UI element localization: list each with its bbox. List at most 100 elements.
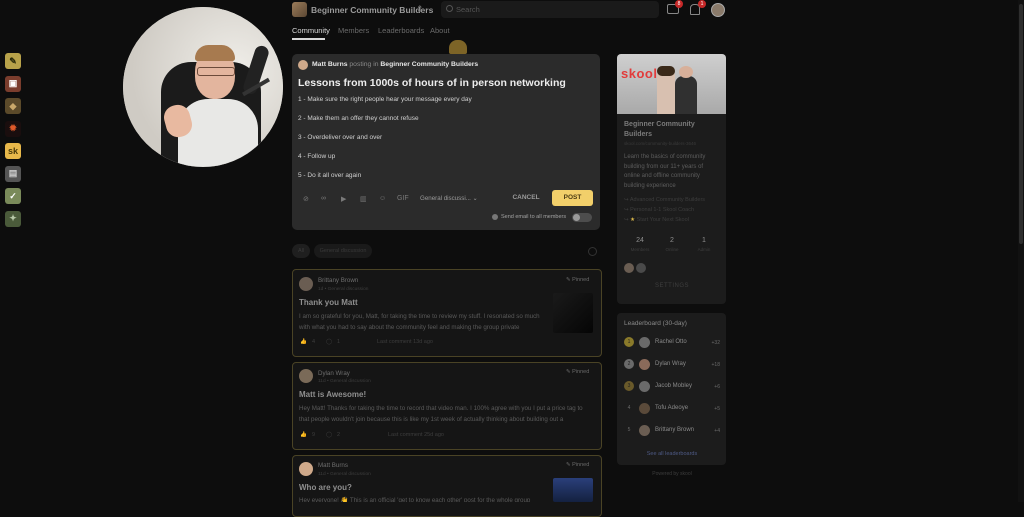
leaderboard-title: Leaderboard (30-day) (624, 320, 687, 327)
leaderboard-avatar[interactable] (639, 337, 650, 348)
dock-app-7-icon[interactable]: ✓ (5, 188, 21, 204)
composer-author-line: Matt Burns posting in Beginner Community… (312, 61, 478, 68)
settings-button[interactable]: SETTINGS (624, 283, 720, 289)
stat-members-count: 24 (636, 237, 644, 244)
filter-settings-icon[interactable] (588, 247, 597, 256)
composer-body-line[interactable]: 3 - Overdeliver over and over (298, 134, 382, 141)
post-title[interactable]: Matt is Awesome! (299, 390, 366, 399)
see-all-leaderboards-link[interactable]: See all leaderboards (624, 451, 720, 457)
tab-members[interactable]: Members (338, 26, 369, 35)
gif-button[interactable]: GIF (397, 195, 409, 202)
post-body[interactable]: I am so grateful for you, Matt, for taki… (299, 311, 549, 333)
composer-author-avatar (298, 60, 308, 70)
post-author-avatar[interactable] (299, 462, 313, 476)
pinned-badge: ✎ Pinned (566, 462, 589, 468)
pinned-label: Pinned (572, 369, 590, 375)
cancel-button[interactable]: CANCEL (505, 190, 547, 206)
dock-app-3-icon[interactable]: ◆ (5, 98, 21, 114)
post-thumbnail[interactable] (553, 478, 593, 502)
group-switcher-icon[interactable]: ⇕ (416, 4, 424, 15)
leaderboard-points: +6 (714, 384, 720, 390)
tab-about[interactable]: About (430, 26, 450, 35)
filter-general-discussion[interactable]: General discussion (314, 244, 372, 258)
category-select[interactable]: General discussi... ⌄ (420, 195, 478, 202)
search-icon (446, 5, 453, 12)
post-body[interactable]: Hey everyone! 👋 This is an official 'get… (299, 495, 544, 502)
dock-app-1-icon[interactable]: ✎ (5, 53, 21, 69)
leaderboard-avatar[interactable] (639, 359, 650, 370)
leaderboard-name[interactable]: Brittany Brown (655, 427, 694, 433)
post-author-name[interactable]: Dylan Wray (318, 370, 350, 377)
dock-skool-icon[interactable]: sk (5, 143, 21, 159)
composer-body-line[interactable]: 2 - Make them an offer they cannot refus… (298, 115, 419, 122)
comment-count: 2 (337, 432, 341, 438)
pinned-label: Pinned (572, 462, 590, 468)
post-author-name[interactable]: Matt Burns (318, 462, 348, 469)
group-title[interactable]: Beginner Community Builders (624, 120, 720, 140)
composer-body-line[interactable]: 4 - Follow up (298, 153, 335, 160)
leaderboard-avatar[interactable] (639, 381, 650, 392)
post-author-avatar[interactable] (299, 369, 313, 383)
group-link[interactable]: ↪ Advanced Community Builders (624, 197, 705, 203)
leaderboard-points: +18 (711, 362, 720, 368)
post-author-avatar[interactable] (299, 277, 313, 291)
composer-title-input[interactable]: Lessons from 1000s of hours of in person… (298, 77, 566, 89)
like-icon[interactable]: 👍 (300, 432, 307, 438)
comment-count: 1 (337, 339, 341, 345)
post-title[interactable]: Thank you Matt (299, 298, 358, 307)
tab-leaderboards[interactable]: Leaderboards (378, 26, 424, 35)
dock-app-8-icon[interactable]: ✦ (5, 210, 21, 227)
user-avatar[interactable] (711, 3, 725, 17)
dock-app-4-icon[interactable]: ✹ (5, 120, 21, 137)
filter-all[interactable]: All (292, 244, 310, 258)
emoji-icon[interactable]: ☺ (379, 195, 386, 202)
post-meta: 11d • General discussion (318, 379, 371, 384)
post-thumbnail[interactable] (553, 293, 593, 333)
group-link[interactable]: ↪ Personal 1-1 Skool Coach (624, 207, 694, 213)
dock-app-2-icon[interactable]: ▣ (5, 75, 21, 92)
info-icon (492, 214, 498, 220)
leaderboard-points: +5 (714, 406, 720, 412)
group-logo[interactable] (292, 2, 307, 17)
link-icon[interactable]: ∞ (321, 195, 326, 202)
group-name[interactable]: Beginner Community Builders (311, 5, 433, 15)
like-icon[interactable]: 👍 (300, 339, 307, 345)
leaderboard-avatar[interactable] (639, 403, 650, 414)
tab-community[interactable]: Community (292, 26, 330, 35)
post-button[interactable]: POST (552, 190, 593, 206)
scrollbar-thumb[interactable] (1019, 4, 1023, 244)
attach-icon[interactable]: ⊘ (303, 195, 309, 203)
comment-icon[interactable]: ◯ (326, 432, 332, 438)
banner-logo-text: skool (621, 66, 658, 81)
stat-admins-count: 1 (702, 237, 706, 244)
post-title[interactable]: Who are you? (299, 483, 352, 492)
composer-body-line[interactable]: 1 - Make sure the right people hear your… (298, 96, 472, 103)
poll-icon[interactable]: ▥ (360, 195, 367, 203)
member-avatar[interactable] (624, 263, 634, 273)
leaderboard-name[interactable]: Jacob Mobley (655, 383, 692, 389)
last-comment: Last comment 25d ago (388, 432, 444, 438)
member-avatar[interactable] (636, 263, 646, 273)
comment-icon[interactable]: ◯ (326, 339, 332, 345)
composer-posting-in: posting in (349, 61, 379, 68)
leaderboard-name[interactable]: Tofu Adeoye (655, 405, 688, 411)
powered-by[interactable]: Powered by skool (624, 471, 720, 477)
leaderboard-name[interactable]: Dylan Wray (655, 361, 686, 367)
group-link-label: Advanced Community Builders (629, 197, 706, 203)
composer-group-name[interactable]: Beginner Community Builders (380, 61, 478, 68)
stat-online-label: Online (665, 247, 679, 252)
leaderboard-name[interactable]: Rachel Otto (655, 339, 687, 345)
video-icon[interactable]: ▶ (341, 195, 346, 203)
post-body[interactable]: Hey Matt! Thanks for taking the time to … (299, 403, 594, 425)
composer-body-line[interactable]: 5 - Do it all over again (298, 172, 361, 179)
rank-number: 5 (627, 427, 631, 433)
post-author-name[interactable]: Brittany Brown (318, 277, 358, 284)
like-count: 9 (312, 432, 316, 438)
rank-medal-icon: 2 (624, 359, 634, 369)
post-meta: 1d • General discussion (318, 287, 369, 292)
mascot-decoration (449, 40, 467, 54)
group-link[interactable]: ↪ ★ Start Your Next Skool (624, 217, 689, 223)
leaderboard-avatar[interactable] (639, 425, 650, 436)
pinned-badge: ✎ Pinned (566, 277, 589, 283)
dock-app-6-icon[interactable]: ▤ (5, 165, 21, 182)
